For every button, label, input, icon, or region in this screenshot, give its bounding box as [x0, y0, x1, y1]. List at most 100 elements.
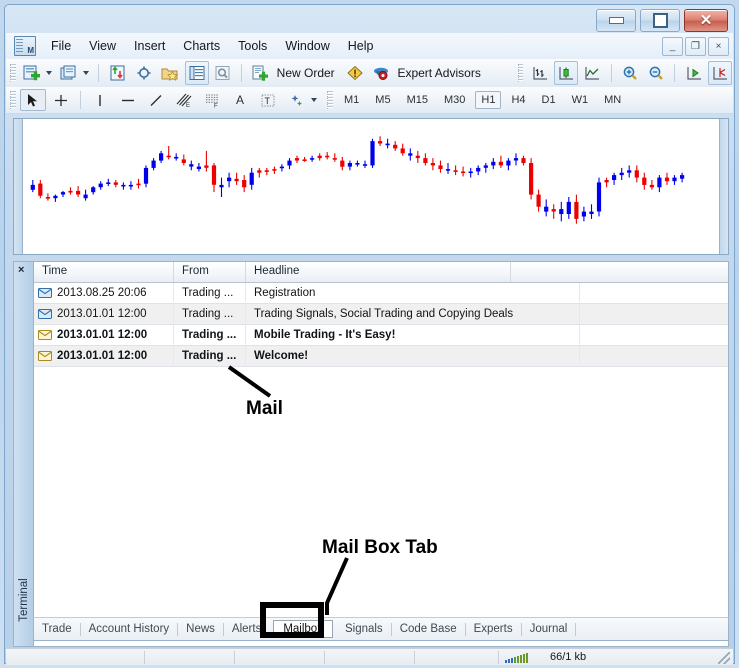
toolbar-grip[interactable] [517, 64, 524, 82]
horizontal-line-icon [122, 99, 134, 101]
profiles-dropdown-icon[interactable] [83, 71, 90, 75]
zoom-out-icon[interactable] [644, 61, 668, 85]
strategy-tester-icon[interactable] [211, 61, 235, 85]
market-watch-icon[interactable] [105, 61, 129, 85]
menu-item-charts[interactable]: Charts [174, 36, 229, 56]
profiles-icon[interactable] [57, 61, 81, 85]
envelope-unread-icon [38, 350, 52, 361]
column-header-headline[interactable]: Headline [246, 262, 511, 282]
new-chart-dropdown-icon[interactable] [46, 71, 53, 75]
maximize-button[interactable] [640, 9, 680, 32]
cell-time-text: 2013.01.01 12:00 [57, 328, 148, 341]
new-order-icon[interactable] [248, 61, 272, 85]
objects-tool[interactable] [283, 89, 309, 111]
menu-item-view[interactable]: View [80, 36, 125, 56]
mdi-restore-button[interactable]: ❐ [685, 37, 706, 56]
menu-item-insert[interactable]: Insert [125, 36, 174, 56]
new-chart-icon[interactable] [20, 61, 44, 85]
zoom-in-icon[interactable] [618, 61, 642, 85]
navigator-icon[interactable] [158, 61, 182, 85]
bar-chart-icon[interactable] [527, 61, 551, 85]
timeframe-m30[interactable]: M30 [438, 91, 471, 109]
table-row[interactable]: 2013.01.01 12:00 Trading ... Welcome! [34, 346, 728, 367]
trendline-tool[interactable] [143, 89, 169, 111]
timeframe-m15[interactable]: M15 [401, 91, 434, 109]
table-row[interactable]: 2013.01.01 12:00 Trading ... Trading Sig… [34, 304, 728, 325]
table-row[interactable]: 2013.08.25 20:06 Trading ... Registratio… [34, 283, 728, 304]
column-header-from[interactable]: From [174, 262, 246, 282]
timeframe-d1[interactable]: D1 [536, 91, 562, 109]
menu-item-tools[interactable]: Tools [229, 36, 276, 56]
mailbox-table: Time From Headline 2013.08.25 20:06 Trad… [33, 261, 729, 647]
column-header-time[interactable]: Time [34, 262, 174, 282]
cell-from: Trading ... [174, 283, 246, 302]
fibonacci-tool[interactable]: F [199, 89, 225, 111]
standard-toolbar: New Order Expert Advisors [6, 59, 733, 88]
tab-mailbox[interactable]: Mailbox [273, 620, 333, 638]
timeframe-h4[interactable]: H4 [505, 91, 531, 109]
timeframe-m5[interactable]: M5 [369, 91, 396, 109]
auto-scroll-icon[interactable] [681, 61, 705, 85]
candlestick-chart-icon[interactable] [553, 61, 579, 85]
column-header-blank[interactable] [511, 262, 728, 282]
timeframe-m1[interactable]: M1 [338, 91, 365, 109]
vertical-line-tool[interactable] [87, 89, 113, 111]
toolbar-grip[interactable] [10, 64, 16, 82]
tab-code-base[interactable]: Code Base [392, 621, 465, 637]
tab-trade[interactable]: Trade [34, 621, 80, 637]
menu-item-file[interactable]: File [42, 36, 80, 56]
title-bar: ✕ [5, 5, 734, 33]
tab-experts[interactable]: Experts [466, 621, 521, 637]
text-tool[interactable]: A [227, 89, 253, 111]
timeframe-mn[interactable]: MN [598, 91, 627, 109]
toolbar-grip[interactable] [10, 91, 16, 109]
text-label-tool[interactable]: T [255, 89, 281, 111]
toolbar-separator [610, 64, 612, 82]
table-row[interactable]: 2013.01.01 12:00 Trading ... Mobile Trad… [34, 325, 728, 346]
app-logo-icon [14, 36, 36, 56]
expert-advisors-label[interactable]: Expert Advisors [394, 66, 487, 80]
network-signal-icon[interactable] [505, 652, 528, 663]
terminal-icon[interactable] [184, 61, 209, 85]
objects-dropdown-icon[interactable] [311, 98, 317, 102]
terminal-sidebar: × Terminal [13, 261, 33, 647]
tab-account-history[interactable]: Account History [81, 621, 178, 637]
envelope-unread-icon [38, 329, 52, 340]
alert-icon[interactable] [343, 61, 367, 85]
horizontal-line-tool[interactable] [115, 89, 141, 111]
status-segment [6, 651, 144, 664]
line-chart-icon[interactable] [580, 61, 604, 85]
close-button[interactable]: ✕ [684, 9, 728, 32]
equidistant-channel-tool[interactable]: E [171, 89, 197, 111]
data-window-icon[interactable] [132, 61, 156, 85]
cursor-tool[interactable] [20, 89, 46, 111]
chart-panel[interactable] [13, 118, 729, 255]
new-order-label[interactable]: New Order [274, 66, 342, 80]
menu-item-help[interactable]: Help [339, 36, 383, 56]
tab-alerts[interactable]: Alerts [224, 621, 269, 637]
mdi-controls: _ ❐ × [662, 37, 729, 56]
menu-item-window[interactable]: Window [276, 36, 338, 56]
mdi-close-button[interactable]: × [708, 37, 729, 56]
chart-left-scroll[interactable] [14, 119, 23, 254]
cell-time: 2013.01.01 12:00 [34, 325, 174, 344]
timeframe-h1[interactable]: H1 [475, 91, 502, 109]
tab-journal[interactable]: Journal [522, 621, 576, 637]
svg-text:T: T [265, 96, 271, 106]
minimize-button[interactable] [596, 9, 636, 32]
tab-news[interactable]: News [178, 621, 223, 637]
window-frame: ✕ File View Insert Charts Tools Window H… [4, 4, 735, 665]
chart-shift-icon[interactable] [707, 61, 733, 85]
status-segment [415, 651, 498, 664]
timeframe-w1[interactable]: W1 [566, 91, 595, 109]
chart-shift-glyph [713, 66, 727, 80]
tab-signals[interactable]: Signals [337, 621, 391, 637]
terminal-close-icon[interactable]: × [18, 264, 24, 276]
svg-text:E: E [186, 103, 190, 108]
mdi-minimize-button[interactable]: _ [662, 37, 683, 56]
toolbar-grip[interactable] [327, 91, 333, 109]
status-segment [145, 651, 234, 664]
resize-grip[interactable] [718, 652, 730, 664]
crosshair-tool[interactable] [48, 89, 74, 111]
expert-advisors-icon[interactable] [369, 61, 393, 85]
